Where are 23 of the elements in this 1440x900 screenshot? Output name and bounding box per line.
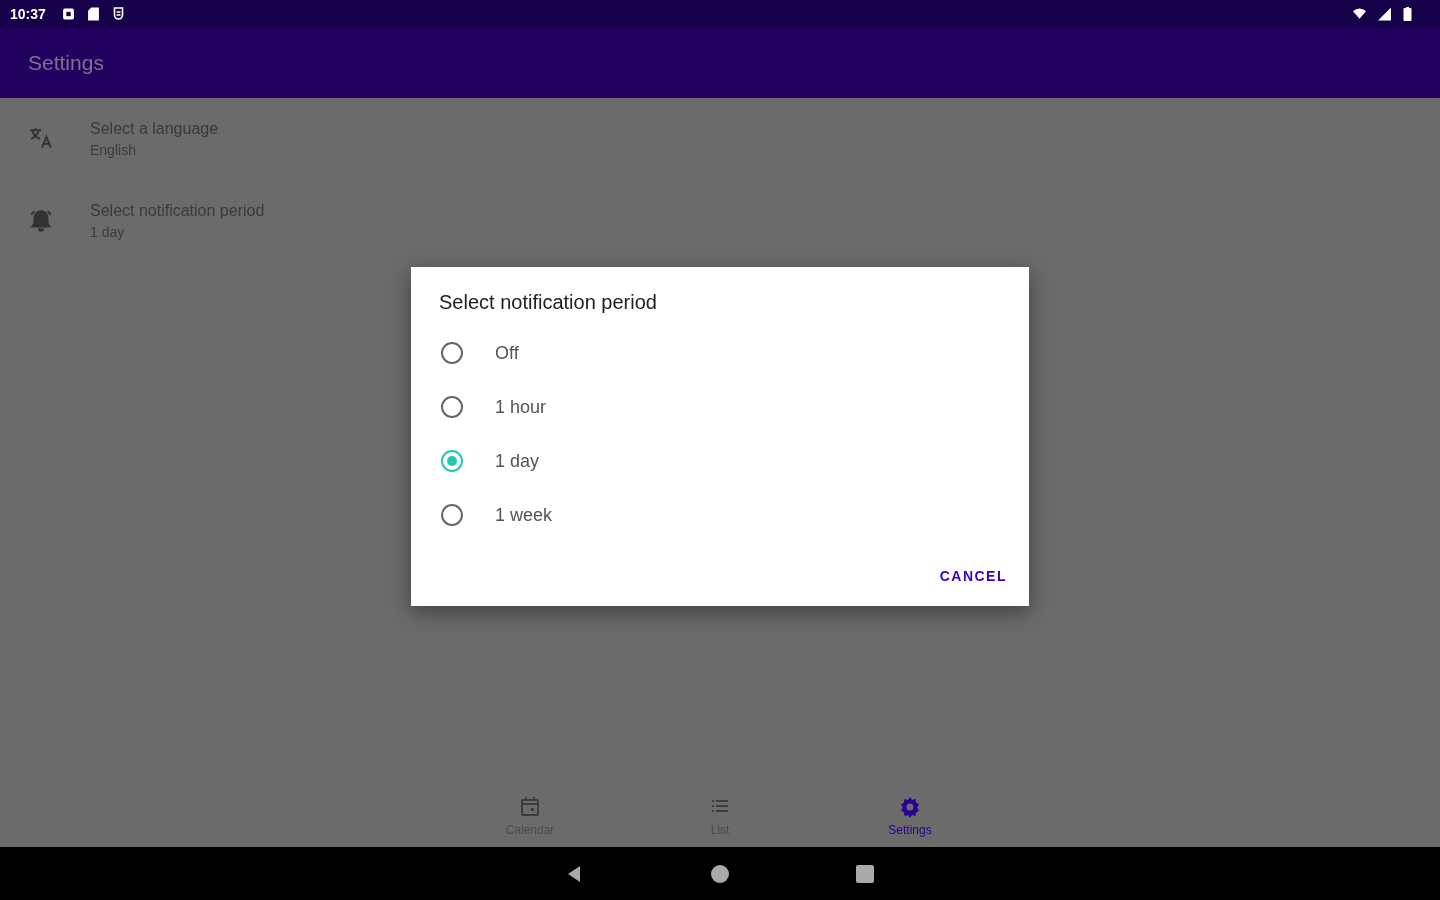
wifi-icon — [1353, 7, 1366, 21]
dialog-title: Select notification period — [439, 291, 658, 314]
radio-option[interactable]: 1 week — [439, 488, 1007, 542]
radio-option[interactable]: 1 hour — [439, 380, 1007, 434]
status-time: 10:37 — [10, 6, 46, 22]
sd-card-icon — [86, 7, 100, 21]
calendar-icon — [518, 795, 542, 819]
cancel-button[interactable]: CANCEL — [939, 558, 1007, 594]
radio-button[interactable] — [441, 450, 463, 472]
app-bar-title: Settings — [28, 51, 104, 75]
battery-icon — [1403, 7, 1412, 21]
bell-icon — [28, 208, 54, 234]
signal-icon — [1378, 7, 1391, 21]
recents-icon[interactable] — [855, 863, 875, 884]
home-icon[interactable] — [710, 863, 730, 884]
radio-option[interactable]: 1 day — [439, 434, 1007, 488]
notification-icon — [61, 7, 75, 21]
shield-icon — [111, 7, 125, 21]
radio-button[interactable] — [441, 396, 463, 418]
radio-button[interactable] — [441, 504, 463, 526]
radio-option[interactable]: Off — [439, 326, 1007, 380]
radio-button[interactable] — [441, 342, 463, 364]
settings-icon — [898, 795, 922, 819]
